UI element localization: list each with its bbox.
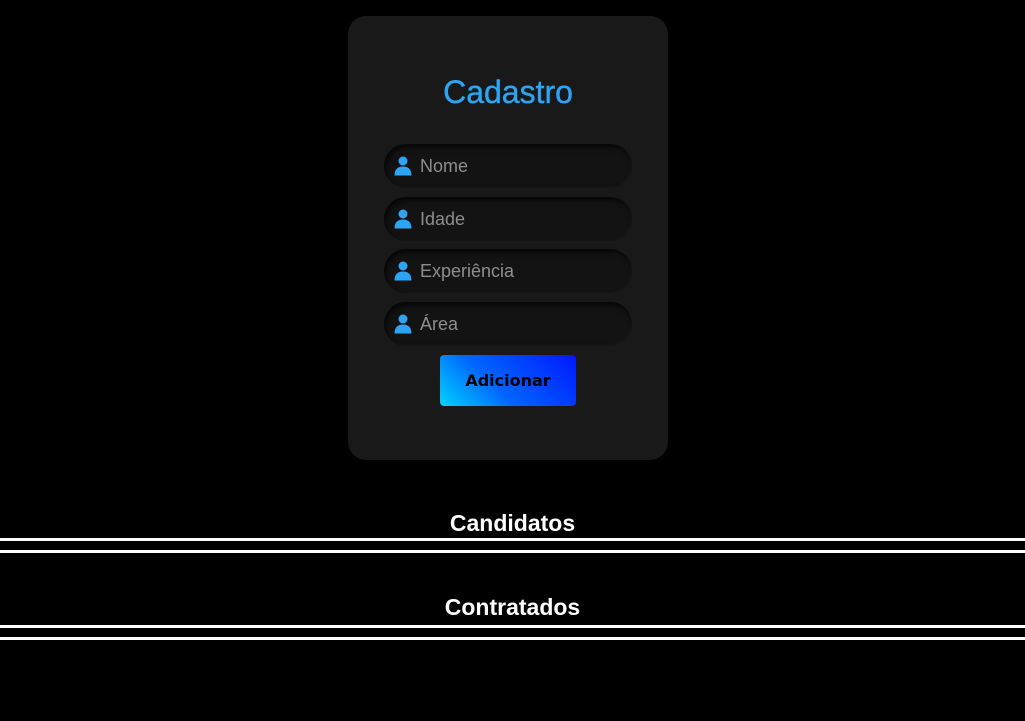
- area-input[interactable]: [420, 302, 620, 346]
- add-button[interactable]: Adicionar: [440, 355, 576, 406]
- user-icon: [394, 156, 412, 176]
- name-field[interactable]: [384, 144, 632, 188]
- name-input[interactable]: [420, 144, 620, 188]
- age-field[interactable]: [384, 197, 632, 241]
- experience-field[interactable]: [384, 249, 632, 293]
- experience-input[interactable]: [420, 249, 620, 293]
- user-icon: [394, 209, 412, 229]
- hired-list-bottom-border: [0, 637, 1025, 640]
- user-icon: [394, 261, 412, 281]
- user-icon: [394, 314, 412, 334]
- candidates-heading: Candidatos: [449, 510, 576, 536]
- hired-heading: Contratados: [444, 594, 581, 620]
- form-title: Cadastro: [443, 74, 573, 110]
- candidates-list-bottom-border: [0, 550, 1025, 553]
- hired-list-top-border: [0, 625, 1025, 628]
- age-input[interactable]: [420, 197, 620, 241]
- area-field[interactable]: [384, 302, 632, 346]
- candidates-list-top-border: [0, 538, 1025, 541]
- signup-card: Cadastro Adicionar: [348, 16, 668, 460]
